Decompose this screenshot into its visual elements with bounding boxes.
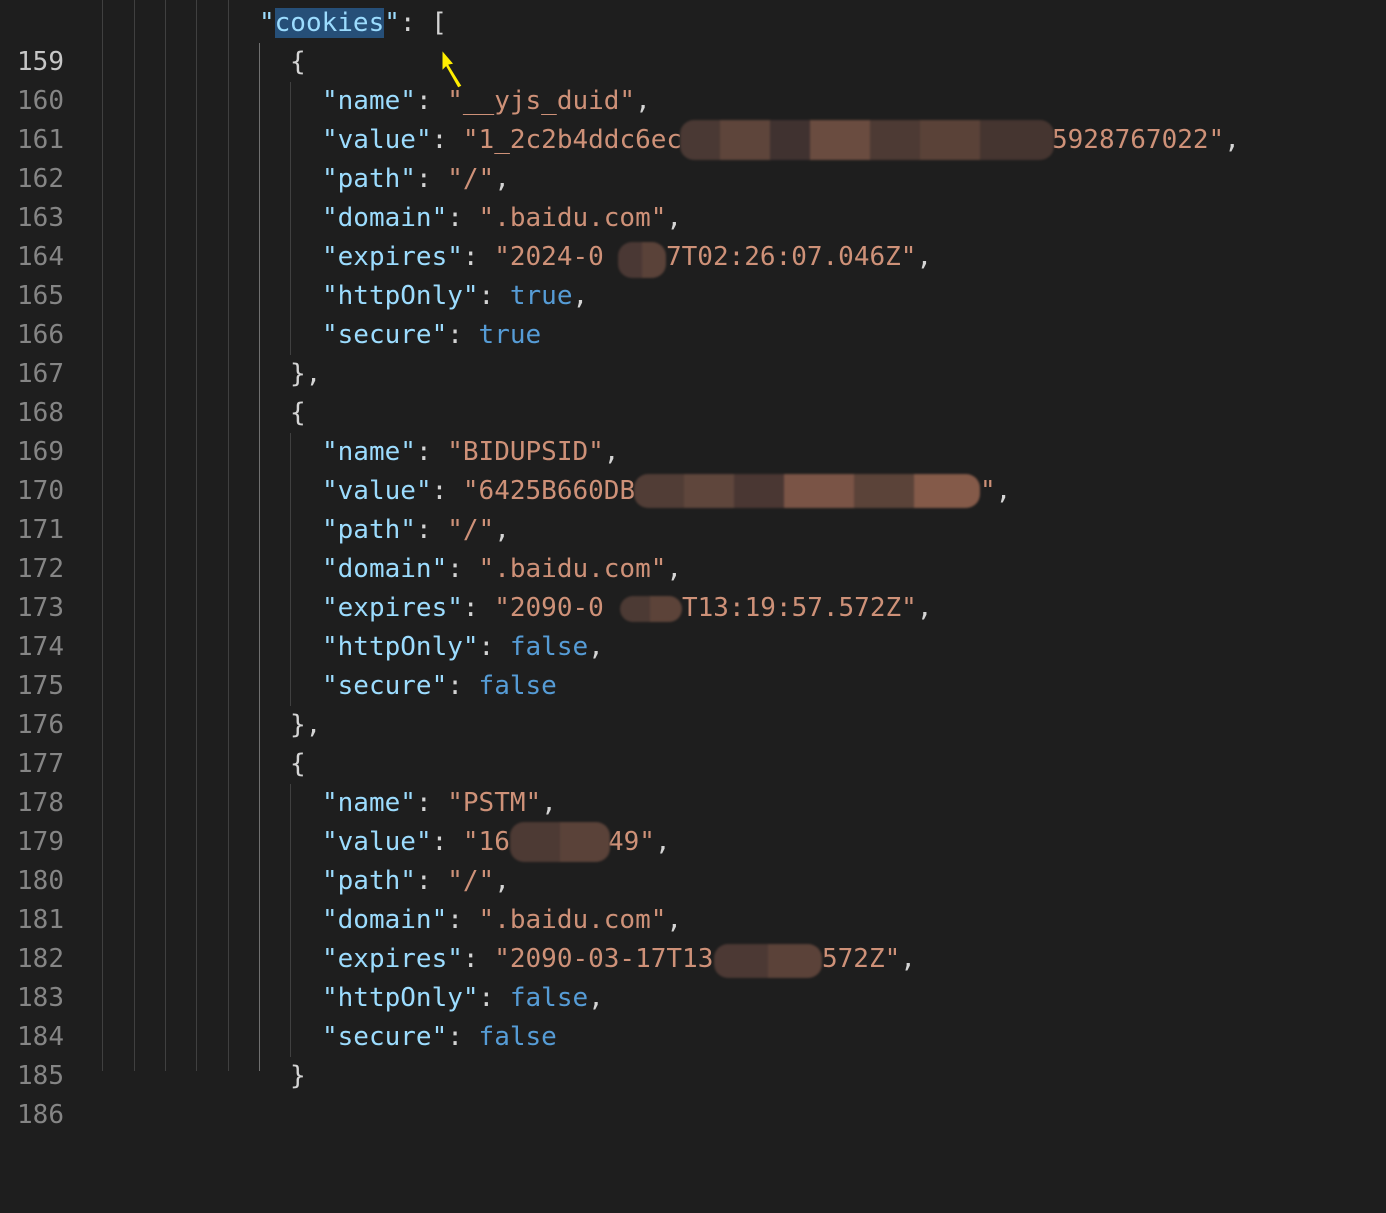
redaction-mosaic — [510, 822, 610, 862]
code-line[interactable]: 167 "secure": true — [0, 316, 1386, 389]
code-line[interactable]: 182 "domain": ".baidu.com", — [0, 901, 1386, 974]
code-line[interactable]: 186 } — [0, 1057, 1386, 1130]
code-line[interactable]: 178 { — [0, 745, 1386, 818]
mouse-pointer-icon — [441, 48, 463, 89]
code-line[interactable]: 165 "expires": "2024-0 7T02:26:07.046Z", — [0, 238, 1386, 311]
code-line[interactable]: 179 "name": "PSTM", — [0, 784, 1386, 857]
code-line[interactable]: 174 "expires": "2090-0 T13:19:57.572Z", — [0, 589, 1386, 662]
code-line[interactable]: 180 "value": "16 49", — [0, 823, 1386, 896]
redaction-mosaic — [714, 944, 822, 978]
code-line[interactable]: 159 "cookies": [ — [0, 4, 1386, 77]
code-line[interactable]: 172 "path": "/", — [0, 511, 1386, 584]
code-line[interactable]: 168 }, — [0, 355, 1386, 428]
redaction-mosaic — [618, 242, 666, 278]
code-line[interactable]: 183 "expires": "2090-03-17T13 572Z", — [0, 940, 1386, 1013]
code-line[interactable]: 177 }, — [0, 706, 1386, 779]
code-line[interactable]: 175 "httpOnly": false, — [0, 628, 1386, 701]
code-line[interactable]: 170 "name": "BIDUPSID", — [0, 433, 1386, 506]
code-line[interactable]: 169 { — [0, 394, 1386, 467]
code-line[interactable]: 166 "httpOnly": true, — [0, 277, 1386, 350]
code-line[interactable]: 184 "httpOnly": false, — [0, 979, 1386, 1052]
code-line[interactable]: 164 "domain": ".baidu.com", — [0, 199, 1386, 272]
code-line[interactable]: 161 "name": "__yjs_duid", — [0, 82, 1386, 155]
line-number: 186 — [17, 1100, 64, 1130]
code-line[interactable]: 181 "path": "/", — [0, 862, 1386, 935]
code-line[interactable]: 160 { — [0, 43, 1386, 116]
code-line[interactable]: 185 "secure": false — [0, 1018, 1386, 1091]
redaction-mosaic — [634, 474, 980, 508]
redaction-mosaic — [620, 596, 682, 622]
selected-text[interactable]: cookies — [274, 8, 385, 38]
redaction-mosaic — [680, 120, 1054, 160]
code-editor[interactable]: 159 "cookies": [ 160 { 161 "name": "__yj… — [0, 0, 1386, 1130]
code-line[interactable]: 163 "path": "/", — [0, 160, 1386, 233]
code-line[interactable]: 173 "domain": ".baidu.com", — [0, 550, 1386, 623]
code-line[interactable]: 176 "secure": false — [0, 667, 1386, 740]
